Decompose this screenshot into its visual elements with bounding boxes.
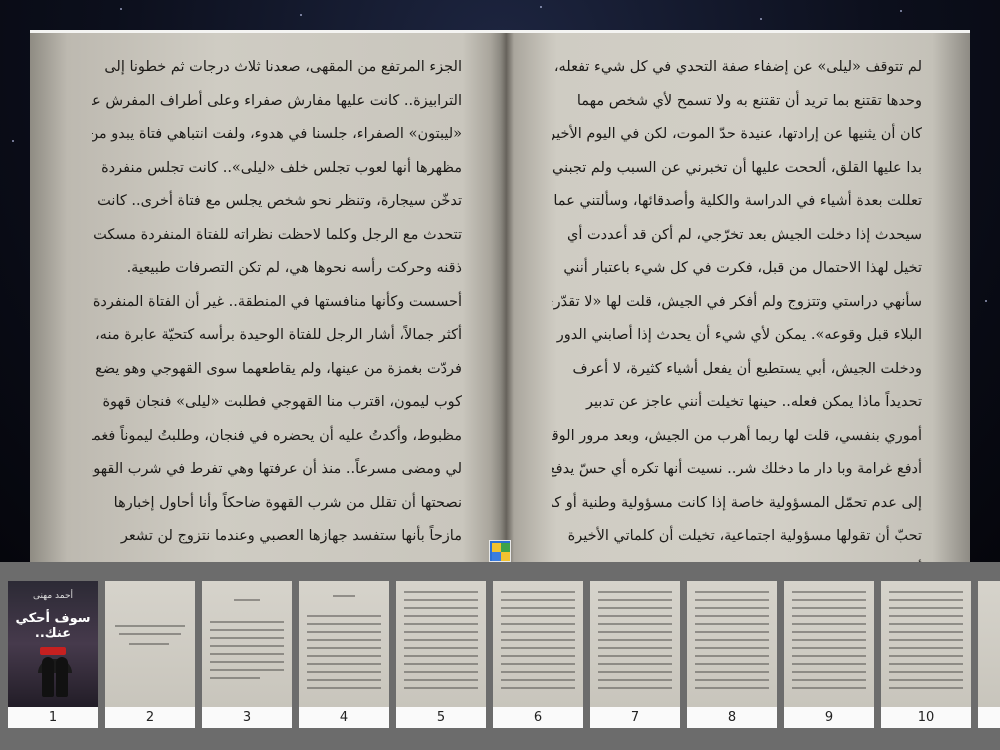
thumbnail-number: 2: [105, 707, 195, 728]
page-viewer[interactable]: الجزء المرتفع من المقهى، صعدنا ثلاث درجا…: [0, 0, 1000, 562]
text-line: تخيل لهذا الاحتمال من قبل، فكرت في كل شي…: [563, 260, 922, 276]
text-line: مظهرها أنها لعوب تجلس خلف «ليلى».. كانت …: [101, 159, 462, 176]
text-line: لي ومضى مسرعاً.. منذ أن عرفتها وهي تفرط …: [92, 461, 462, 477]
thumbnail-grid-toggle-button[interactable]: [489, 540, 511, 562]
thumbnail-strip[interactable]: أحمد مهنى سوف أحكي عنك.. 1 2 3 4 5 6 7 8…: [0, 562, 1000, 750]
thumbnail-image: [105, 581, 195, 707]
text-line: أحسست وكأنها منافستها في المنطقة.. غير أ…: [92, 293, 462, 310]
thumbnail-page[interactable]: 9: [784, 581, 874, 728]
thumbnail-grid-icon: [501, 552, 510, 561]
text-line: بدا عليها القلق، ألححت عليها أن تخبرني ع…: [552, 159, 922, 176]
text-line: الترابيزة.. كانت عليها مفارش صفراء وعلى …: [92, 92, 462, 109]
text-line: ذقنه وحركت رأسه نحوها هي، لم تكن التصرفا…: [126, 260, 462, 276]
cover-badge: [40, 647, 66, 655]
thumbnail-cover-image: أحمد مهنى سوف أحكي عنك..: [8, 581, 98, 707]
text-line: الجزء المرتفع من المقهى، صعدنا ثلاث درجا…: [104, 59, 462, 75]
thumbnail-number: 4: [299, 707, 389, 728]
background-star: [900, 10, 902, 12]
thumbnail-grid-icon: [501, 543, 510, 552]
book-spine: [500, 33, 514, 562]
text-line: أثارت حفيظتها، لكنها لم تلتفت لقولي وبدا…: [552, 554, 922, 563]
thumbnail-grid-icon: [492, 543, 501, 552]
thumbnail-image: [687, 581, 777, 707]
thumbnail-page[interactable]: 8: [687, 581, 777, 728]
cover-title: سوف أحكي عنك..: [15, 611, 91, 641]
thumbnail-number: 7: [590, 707, 680, 728]
thumbnail-page[interactable]: أحمد مهنى سوف أحكي عنك.. 1: [8, 581, 98, 728]
thumbnail-page[interactable]: 6: [493, 581, 583, 728]
text-line: كان أن يثنيها عن إرادتها، عنيدة حدّ المو…: [552, 126, 922, 142]
thumbnail-image: [784, 581, 874, 707]
text-line: البلاء قبل وقوعه». يمكن لأي شيء أن يحدث …: [556, 327, 922, 343]
background-star: [540, 6, 542, 8]
thumbnail-image: [396, 581, 486, 707]
background-star: [120, 8, 122, 10]
thumbnail-number: 5: [396, 707, 486, 728]
thumbnail-number: 9: [784, 707, 874, 728]
text-line: «ليبتون» الصفراء، جلسنا في هدوء، ولفت ان…: [92, 126, 462, 142]
text-line: أكثر جمالاً، أشار الرجل للفتاة الوحيدة ب…: [95, 327, 462, 343]
thumbnail-image: [881, 581, 971, 707]
cover-author: أحمد مهنى: [32, 591, 74, 601]
thumbnail-image: [590, 581, 680, 707]
text-line: تدخّن سيجارة، وتنظر نحو شخص يجلس مع فتاة…: [97, 193, 462, 209]
thumbnail-page[interactable]: 5: [396, 581, 486, 728]
figure-silhouette: [56, 657, 68, 697]
text-line: مازحاً بأنها ستفسد جهازها العصبي وعندما …: [120, 528, 462, 544]
text-line: تتحدث مع الرجل وكلما لاحظت نظراته للفتاة…: [93, 226, 462, 243]
thumbnail-page[interactable]: 7: [590, 581, 680, 728]
thumbnail-image: [493, 581, 583, 707]
thumbnail-number: 1: [8, 707, 98, 728]
text-line: لم تتوقف «ليلى» عن إضفاء صفة التحدي في ك…: [553, 59, 922, 75]
text-line: تحبّ أن تقولها مسؤولية اجتماعية، تخيلت أ…: [567, 528, 922, 544]
text-line: كوب ليمون، اقترب منا القهوجي فطلبت «ليلى…: [102, 394, 462, 410]
left-page-text: الجزء المرتفع من المقهى، صعدنا ثلاث درجا…: [92, 51, 462, 562]
thumbnail-grid-icon: [492, 552, 501, 561]
text-line: ودخلت الجيش، أبي يستطيع أن يفعل أشياء كث…: [572, 360, 922, 377]
text-line: إلى عدم تحمّل المسؤولية خاصة إذا كانت مس…: [552, 494, 922, 511]
figure-silhouette: [42, 657, 54, 697]
thumbnail-number: 8: [687, 707, 777, 728]
text-line: نصحتها أن تقلل من شرب القهوة ضاحكاً وأنا…: [113, 494, 462, 511]
thumbnail-page-partial[interactable]: [978, 581, 1000, 728]
background-star: [985, 300, 987, 302]
thumbnail-image: [978, 581, 1000, 707]
thumbnail-page[interactable]: 4: [299, 581, 389, 728]
text-line: تعللت بعدة أشياء في الدراسة والكلية وأصد…: [553, 193, 922, 209]
text-line: سيحدث إذا دخلت الجيش بعد تخرّجي، لم أكن …: [566, 226, 922, 243]
thumbnail-page[interactable]: 3: [202, 581, 292, 728]
book-spread-photo: الجزء المرتفع من المقهى، صعدنا ثلاث درجا…: [30, 33, 970, 562]
thumbnail-image: [299, 581, 389, 707]
thumbnail-page[interactable]: 10: [881, 581, 971, 728]
text-line: تحديداً ماذا يمكن فعله.. حينها تخيلت أنن…: [586, 394, 922, 410]
text-line: بشفاهي تلمس بشرتها، وكانت تضحك وتقول: «م…: [92, 554, 462, 563]
text-line: مظبوط، وأكدتُ عليه أن يحضره في فنجان، وط…: [92, 427, 462, 444]
thumbnail-page[interactable]: 2: [105, 581, 195, 728]
text-line: وحدها تقتنع بما تريد أن تقتنع به ولا تسم…: [576, 92, 922, 109]
thumbnail-image: [202, 581, 292, 707]
thumbnail-number: 3: [202, 707, 292, 728]
thumbnail-number: 6: [493, 707, 583, 728]
thumbnail-number-partial: [978, 707, 1000, 728]
right-page-text: لم تتوقف «ليلى» عن إضفاء صفة التحدي في ك…: [552, 51, 922, 562]
text-line: سأنهي دراستي وتتزوج ولم أفكر في الجيش، ق…: [552, 293, 922, 310]
text-line: فردّت بغمزة من عينها، ولم يقاطعهما سوى ا…: [92, 360, 462, 377]
background-star: [300, 14, 302, 16]
thumbnail-number: 10: [881, 707, 971, 728]
background-star: [12, 140, 14, 142]
text-line: أموري بنفسي، قلت لها ربما أهرب من الجيش،…: [552, 427, 922, 444]
background-star: [760, 18, 762, 20]
text-line: أدفع غرامة وبا دار ما دخلك شر.. نسيت أنه…: [552, 461, 922, 477]
